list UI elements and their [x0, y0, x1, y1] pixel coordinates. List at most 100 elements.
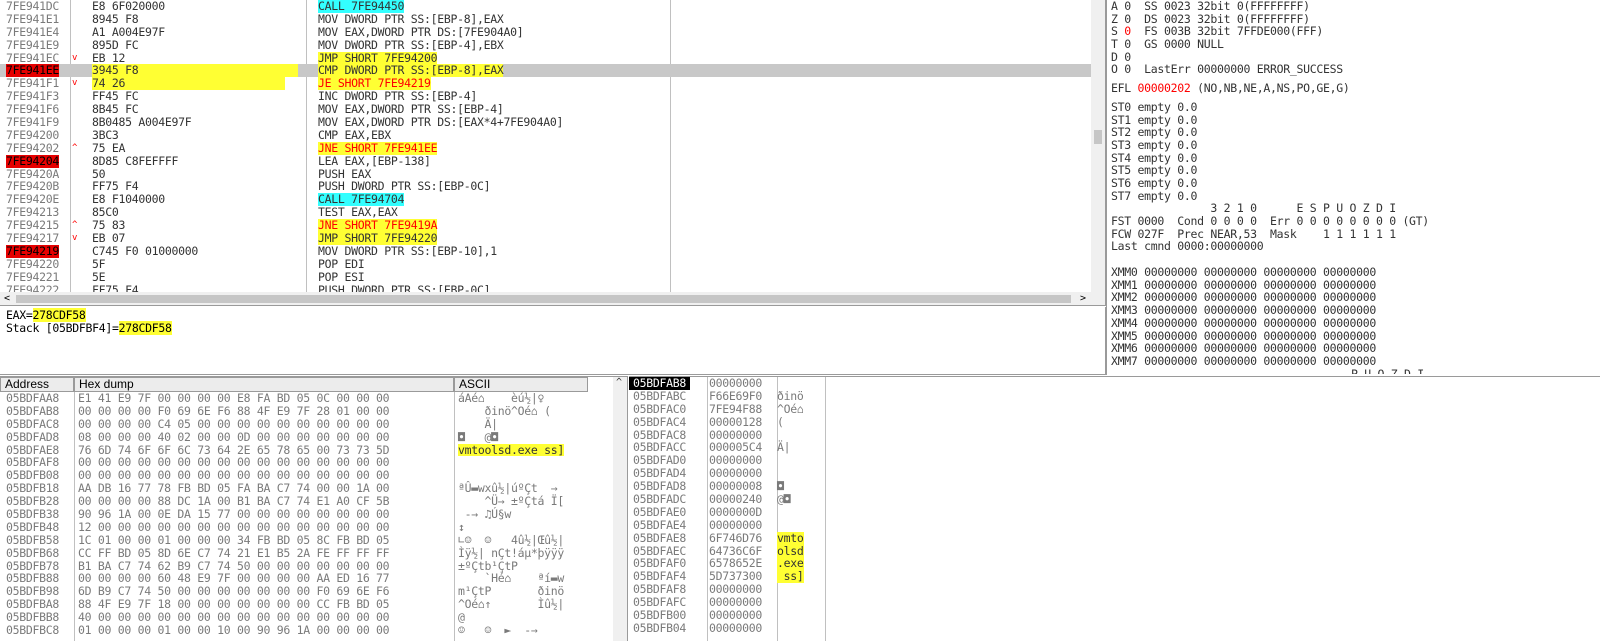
- stack-row[interactable]: 05BDFABC F66E69F0 ðinö: [629, 389, 1600, 403]
- stack-row[interactable]: 05BDFAD8 00000008 ◘: [629, 480, 1600, 493]
- dump-header-address[interactable]: Address: [0, 377, 74, 392]
- disasm-row[interactable]: 7FE941E1 8945 F8 MOV DWORD PTR SS:[EBP-8],…: [0, 12, 1094, 26]
- dump-ascii[interactable]: -→ ♫Ú§w: [458, 508, 564, 521]
- stack-value[interactable]: 00000240: [709, 493, 762, 506]
- xmm-register[interactable]: XMM7 00000000 00000000 00000000 00000000: [1111, 355, 1596, 368]
- fpu-st-register[interactable]: ST0 empty 0.0: [1111, 101, 1596, 114]
- dump-hex[interactable]: 90 96 1A 00 0E DA 15 77 00 00 00 00 00 0…: [78, 508, 390, 521]
- stack-value[interactable]: 00000128: [709, 415, 762, 429]
- dump-row[interactable]: 05BDFB58 1C 01 00 00 01 00 00 00 34 FB BD…: [0, 533, 614, 547]
- disasm-instruction[interactable]: POP ESI: [318, 270, 365, 284]
- dump-hex[interactable]: 00 00 00 00 C4 05 00 00 00 00 00 00 00 0…: [78, 417, 390, 431]
- disasm-address[interactable]: 7FE941E4: [6, 25, 59, 39]
- dump-ascii[interactable]: áAé⌂ èú½|♀: [458, 392, 564, 405]
- disasm-row[interactable]: 7FE941E9 895D FC MOV DWORD PTR SS:[EBP-4],…: [0, 38, 1094, 52]
- dump-ascii[interactable]: ðinö^Oé⌂ (: [458, 404, 571, 418]
- stack-address[interactable]: 05BDFAC4: [629, 415, 690, 429]
- dump-ascii[interactable]: ∟☺ ☺ 4û½|Œû½|: [458, 533, 564, 547]
- stack-address[interactable]: 05BDFAC0: [629, 402, 690, 416]
- disasm-row[interactable]: 7FE94200 3BC3 CMP EAX,EBX: [0, 129, 1094, 142]
- disasm-row[interactable]: 7FE941F1 v 74 26 JE SHORT 7FE94219: [0, 77, 1094, 91]
- disasm-address[interactable]: 7FE941E1: [6, 12, 59, 26]
- dump-vscroll[interactable]: ^: [613, 377, 627, 641]
- disasm-row[interactable]: 7FE94213 85C0 TEST EAX,EAX: [0, 206, 1094, 219]
- stack-address[interactable]: 05BDFB00: [629, 609, 690, 622]
- stack-row[interactable]: 05BDFAE4 00000000: [629, 518, 1600, 532]
- xmm-register[interactable]: XMM3 00000000 00000000 00000000 00000000: [1111, 304, 1596, 317]
- dump-header-hex[interactable]: Hex dump: [74, 377, 454, 392]
- disasm-instruction[interactable]: MOV DWORD PTR SS:[EBP-4],EBX: [318, 38, 504, 52]
- disasm-row[interactable]: 7FE941E4 A1 A004E97F MOV EAX,DWORD PTR DS:…: [0, 25, 1094, 39]
- dump-address[interactable]: 05BDFB68: [6, 546, 59, 560]
- stack-row[interactable]: 05BDFAD4 00000000: [629, 467, 1600, 480]
- disasm-row[interactable]: 7FE94219 C745 F0 01000000 MOV DWORD PTR SS…: [0, 245, 1094, 258]
- fpu-st-register[interactable]: ST2 empty 0.0: [1111, 126, 1596, 139]
- xmm-register[interactable]: XMM0 00000000 00000000 00000000 00000000: [1111, 266, 1596, 279]
- dump-ascii[interactable]: vmtoolsd.exe ss]: [458, 443, 564, 457]
- xmm-register[interactable]: XMM6 00000000 00000000 00000000 00000000: [1111, 342, 1596, 355]
- stack-address[interactable]: 05BDFAE8: [629, 531, 690, 545]
- scroll-right-icon[interactable]: >: [1080, 292, 1086, 305]
- dump-ascii[interactable]: ◘ @◘: [458, 430, 564, 444]
- disasm-instruction[interactable]: JMP SHORT 7FE94220: [318, 232, 438, 245]
- stack-value[interactable]: 6F746D76: [709, 531, 762, 545]
- disasm-address[interactable]: 7FE94202: [6, 141, 59, 155]
- disasm-row[interactable]: 7FE941EE 3945 F8 CMP DWORD PTR SS:[EBP-8],…: [0, 64, 1094, 78]
- dump-header-ascii[interactable]: ASCII: [454, 377, 588, 392]
- stack-row[interactable]: 05BDFAE0 0000000D: [629, 506, 1600, 519]
- disasm-instruction[interactable]: MOV DWORD PTR SS:[EBP-8],EAX: [318, 12, 504, 26]
- disasm-row[interactable]: 7FE941DC E8 6F020000 CALL 7FE94450: [0, 0, 1094, 13]
- dump-hex[interactable]: 00 00 00 00 F0 69 6E F6 88 4F E9 7F 28 0…: [78, 404, 390, 418]
- fpu-st-register[interactable]: ST6 empty 0.0: [1111, 177, 1596, 190]
- stack-value[interactable]: 0000000D: [709, 506, 762, 519]
- dump-ascii[interactable]: Ä|: [458, 417, 564, 431]
- disasm-instruction[interactable]: POP EDI: [318, 257, 365, 271]
- dump-address[interactable]: 05BDFBC8: [6, 624, 59, 637]
- dump-ascii[interactable]: ☺ ☺ ► -→: [458, 624, 564, 637]
- stack-row[interactable]: 05BDFAE8 6F746D76 vmto: [629, 531, 1600, 545]
- disasm-address[interactable]: 7FE94221: [6, 270, 59, 284]
- stack-row[interactable]: 05BDFADC 00000240 @◘: [629, 493, 1600, 506]
- disasm-instruction[interactable]: CMP EAX,EBX: [318, 129, 391, 142]
- stack-row[interactable]: 05BDFAF4 5D737300 ss]: [629, 570, 1600, 584]
- disasm-row[interactable]: 7FE941F3 FF45 FC INC DWORD PTR SS:[EBP-4]: [0, 90, 1094, 103]
- dump-ascii[interactable]: ↕: [458, 521, 564, 534]
- disassembly-pane[interactable]: 7FE941DC E8 6F020000 CALL 7FE94450 7FE941E1…: [0, 0, 1106, 306]
- xmm-register[interactable]: XMM4 00000000 00000000 00000000 00000000: [1111, 317, 1596, 330]
- stack-row[interactable]: 05BDFAB8 00000000: [629, 377, 1600, 390]
- disasm-row[interactable]: 7FE941F9 8B0485 A004E97F MOV EAX,DWORD PTR…: [0, 116, 1094, 129]
- disasm-instruction[interactable]: MOV EAX,DWORD PTR DS:[EAX*4+7FE904A0]: [318, 116, 563, 129]
- dump-address[interactable]: 05BDFB48: [6, 521, 59, 534]
- dump-hex[interactable]: 1C 01 00 00 01 00 00 00 34 FB BD 05 8C F…: [78, 533, 390, 547]
- stack-address[interactable]: 05BDFADC: [629, 493, 690, 506]
- disasm-row[interactable]: 7FE9420A 50 PUSH EAX: [0, 167, 1094, 181]
- scroll-left-icon[interactable]: <: [4, 292, 10, 305]
- stack-address[interactable]: 05BDFAE0: [629, 506, 690, 519]
- disasm-address[interactable]: 7FE941DC: [6, 0, 59, 13]
- disasm-address[interactable]: 7FE94200: [6, 129, 59, 142]
- stack-row[interactable]: 05BDFAC8 00000000: [629, 428, 1600, 442]
- disasm-address[interactable]: 7FE94220: [6, 257, 59, 271]
- dump-address[interactable]: 05BDFAC8: [6, 417, 59, 431]
- stack-row[interactable]: 05BDFAFC 00000000: [629, 596, 1600, 609]
- disasm-vscroll-thumb[interactable]: [1094, 130, 1102, 144]
- dump-row[interactable]: 05BDFB48 12 00 00 00 00 00 00 00 00 00 00…: [0, 521, 614, 534]
- dump-address[interactable]: 05BDFB38: [6, 508, 59, 521]
- registers-pane[interactable]: A 0 SS 0023 32bit 0(FFFFFFFF) Z 0 DS 0023…: [1107, 0, 1600, 375]
- disasm-hscroll[interactable]: < >: [0, 292, 1105, 305]
- dump-row[interactable]: 05BDFBC8 01 00 00 00 01 00 00 10 00 90 96…: [0, 624, 614, 637]
- dump-row[interactable]: 05BDFAD8 08 00 00 00 40 02 00 00 0D 00 00…: [0, 430, 614, 444]
- stack-address[interactable]: 05BDFB04: [629, 622, 690, 635]
- dump-hex[interactable]: 12 00 00 00 00 00 00 00 00 00 00 00 00 0…: [78, 521, 390, 534]
- scroll-up-icon[interactable]: ^: [616, 377, 622, 388]
- disasm-row[interactable]: 7FE94217 v EB 07 JMP SHORT 7FE94220: [0, 232, 1094, 245]
- flag-value[interactable]: 0: [1124, 62, 1131, 76]
- stack-pane[interactable]: 05BDFAB8 00000000 05BDFABC F66E69F0 ðinö 05BD…: [629, 376, 1600, 641]
- dump-row[interactable]: 05BDFAB8 00 00 00 00 F0 69 6E F6 88 4F E9…: [0, 404, 614, 418]
- disasm-address[interactable]: 7FE94217: [6, 232, 59, 245]
- disasm-address[interactable]: 7FE941E9: [6, 38, 59, 52]
- stack-value[interactable]: 00000000: [709, 518, 762, 532]
- stack-row[interactable]: 05BDFAF0 6578652E .exe: [629, 557, 1600, 571]
- disasm-address[interactable]: 7FE941F9: [6, 116, 59, 129]
- stack-row[interactable]: 05BDFB00 00000000: [629, 609, 1600, 622]
